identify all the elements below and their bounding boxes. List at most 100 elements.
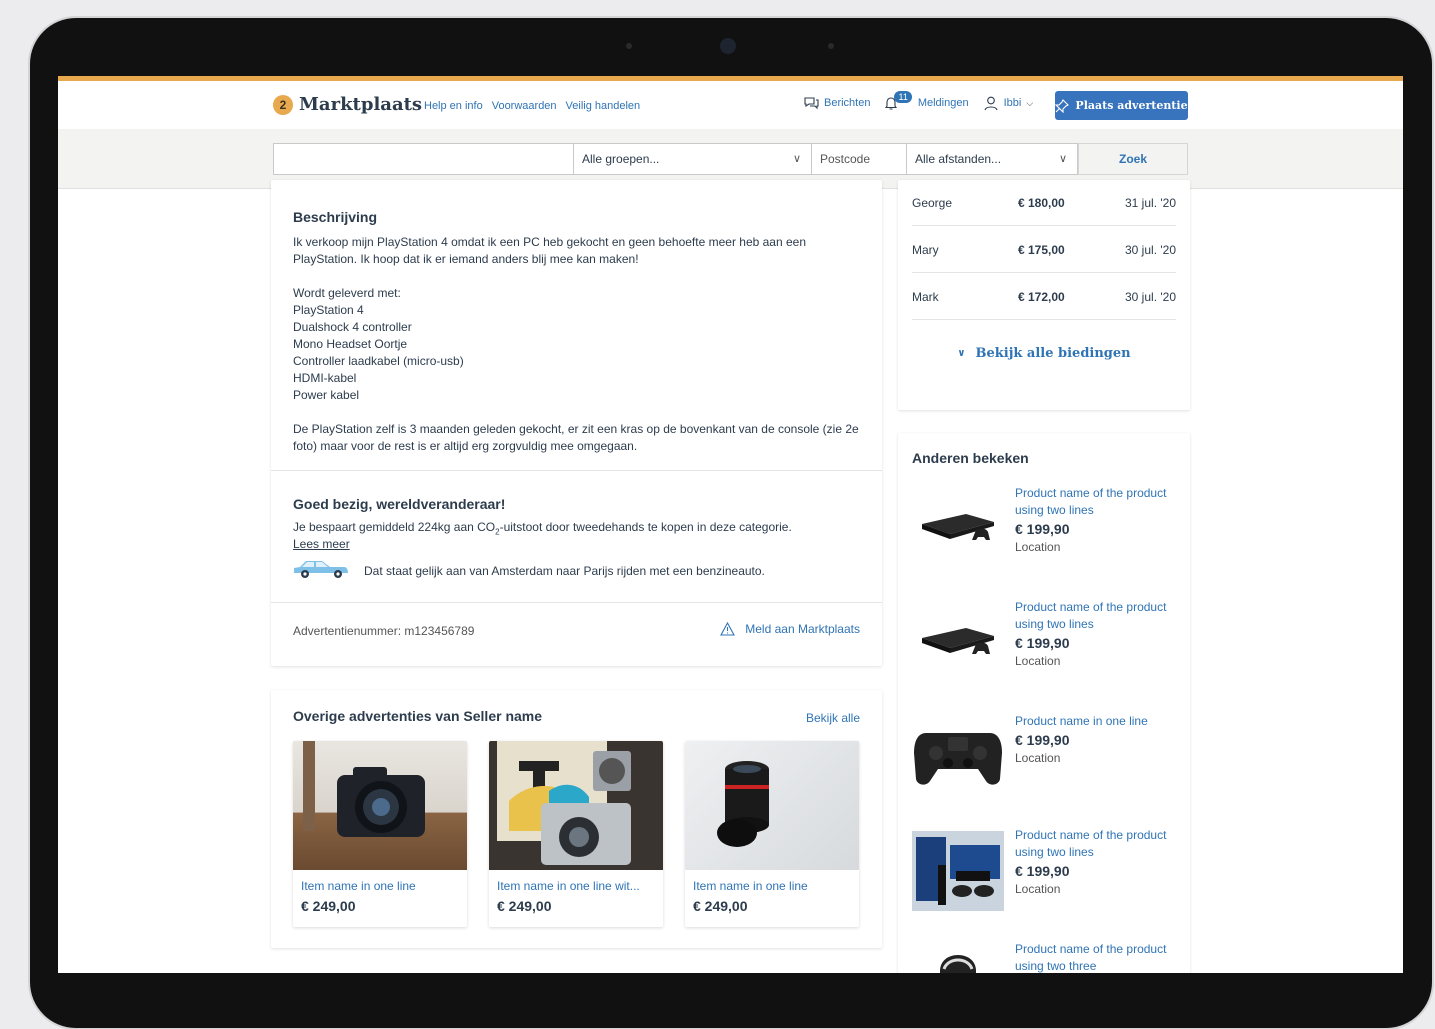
divider <box>271 602 882 603</box>
others-item[interactable]: Product name of the product using two th… <box>912 941 1182 973</box>
description-paragraph: Ik verkoop mijn PlayStation 4 omdat ik e… <box>293 235 806 266</box>
bid-row: Mary € 175,00 30 jul. '20 <box>912 227 1176 273</box>
others-item[interactable]: Product name of the product using two li… <box>912 599 1182 703</box>
ps4-console-icon <box>912 599 1004 683</box>
report-label: Meld aan Marktplaats <box>745 622 860 636</box>
divider <box>271 470 882 471</box>
notifications-label: Meldingen <box>917 97 969 109</box>
browser-viewport: 2 Marktplaats Help en info Voorwaarden V… <box>58 76 1403 973</box>
brand-logo[interactable]: 2 Marktplaats <box>273 94 422 115</box>
bids-card: George € 180,00 31 jul. '20 Mary € 175,0… <box>898 180 1190 410</box>
instant-camera-icon <box>489 741 663 870</box>
safe-trading-link[interactable]: Veilig handelen <box>566 100 641 112</box>
show-all-bids-button[interactable]: ∨ Bekijk alle biedingen <box>898 346 1190 361</box>
others-item[interactable]: Product name in one line € 199,90 Locati… <box>912 713 1182 817</box>
others-viewed-title: Anderen bekeken <box>912 450 1029 466</box>
group-select-value: Alle groepen... <box>582 152 660 166</box>
messages-label: Berichten <box>824 97 871 109</box>
user-name: Ibbi <box>1003 97 1022 109</box>
search-input[interactable] <box>273 143 574 175</box>
ps4-bundle-icon <box>912 831 1004 911</box>
user-menu[interactable]: Ibbi ⌵ <box>983 95 1033 111</box>
included-item: HDMI-kabel <box>293 371 357 385</box>
place-ad-button[interactable]: Plaats advertentie <box>1055 91 1188 120</box>
report-link[interactable]: Meld aan Marktplaats <box>720 622 860 636</box>
header-actions: Berichten 11 Meldingen Ibbi ⌵ <box>803 91 1047 111</box>
product-price: € 199,90 <box>1015 521 1070 537</box>
product-name[interactable]: Product name of the product using two li… <box>1015 827 1175 861</box>
lens-icon <box>685 741 859 870</box>
product-name[interactable]: Product name in one line <box>1015 713 1175 730</box>
included-item: Power kabel <box>293 388 360 402</box>
product-price: € 199,90 <box>1015 863 1070 879</box>
others-item-text: Product name of the product using two th… <box>1015 941 1175 973</box>
description-paragraph: De PlayStation zelf is 3 maanden geleden… <box>293 422 859 453</box>
bid-date: 30 jul. '20 <box>1125 242 1176 257</box>
messages-button[interactable]: Berichten <box>803 95 870 111</box>
header-links: Help en info Voorwaarden Veilig handelen <box>424 100 640 112</box>
chevron-down-icon: ∨ <box>792 153 801 165</box>
product-location: Location <box>1015 882 1061 896</box>
distance-select-value: Alle afstanden... <box>915 152 1002 166</box>
show-all-bids-label: Bekijk alle biedingen <box>975 346 1131 361</box>
product-name[interactable]: Product name of the product using two th… <box>1015 941 1175 973</box>
see-all-link[interactable]: Bekijk alle <box>806 711 860 725</box>
user-icon <box>984 96 998 111</box>
place-ad-label: Plaats advertentie <box>1075 99 1188 112</box>
pin-icon <box>1055 98 1070 113</box>
ps4-controller-icon <box>912 713 1004 797</box>
distance-select[interactable]: Alle afstanden... ∨ <box>906 143 1078 175</box>
product-name[interactable]: Product name of the product using two li… <box>1015 599 1175 633</box>
search-button[interactable]: Zoek <box>1078 143 1188 175</box>
others-viewed-card: Anderen bekeken Product name of the prod… <box>898 433 1190 973</box>
description-card: Beschrijving Ik verkoop mijn PlayStation… <box>271 180 882 666</box>
sensor-dot <box>626 43 632 49</box>
included-item: Controller laadkabel (micro-usb) <box>293 354 464 368</box>
bidder-name: George <box>912 195 953 210</box>
others-item[interactable]: Product name of the product using two li… <box>912 485 1182 589</box>
seller-ad-name: Item name in one line <box>301 879 416 893</box>
brand-name: Marktplaats <box>299 94 423 115</box>
vr-headset-icon <box>912 941 1004 973</box>
delivered-with-label: Wordt geleverd met: <box>293 286 401 300</box>
terms-link[interactable]: Voorwaarden <box>492 100 557 112</box>
bid-row: George € 180,00 31 jul. '20 <box>912 180 1176 226</box>
seller-ad-tile[interactable]: Item name in one line wit... € 249,00 <box>489 741 663 927</box>
seller-ad-tile[interactable]: Item name in one line € 249,00 <box>685 741 859 927</box>
warning-icon <box>720 622 736 636</box>
seller-ad-name: Item name in one line <box>693 879 808 893</box>
others-item-text: Product name of the product using two li… <box>1015 485 1175 556</box>
postcode-input[interactable]: Postcode <box>811 143 907 175</box>
help-link[interactable]: Help en info <box>424 100 483 112</box>
car-comparison-text: Dat staat gelijk aan van Amsterdam naar … <box>364 564 765 578</box>
bidder-name: Mary <box>912 242 939 257</box>
logo-icon: 2 <box>273 94 293 115</box>
group-select[interactable]: Alle groepen... ∨ <box>573 143 812 175</box>
bid-amount: € 180,00 <box>1018 195 1065 210</box>
chat-icon <box>804 97 819 110</box>
product-name[interactable]: Product name of the product using two li… <box>1015 485 1175 519</box>
product-location: Location <box>1015 540 1061 554</box>
ad-number: Advertentienummer: m123456789 <box>293 624 475 638</box>
bidder-name: Mark <box>912 289 939 304</box>
product-location: Location <box>1015 751 1061 765</box>
seller-ad-tile[interactable]: Item name in one line € 249,00 <box>293 741 467 927</box>
others-item[interactable]: Product name of the product using two li… <box>912 827 1182 931</box>
others-item-text: Product name of the product using two li… <box>1015 827 1175 898</box>
co2-title: Goed bezig, wereldveranderaar! <box>293 496 506 512</box>
others-item-text: Product name of the product using two li… <box>1015 599 1175 670</box>
site-header: 2 Marktplaats Help en info Voorwaarden V… <box>58 81 1403 129</box>
ps4-console-icon <box>912 485 1004 569</box>
included-item: Mono Headset Oortje <box>293 337 408 351</box>
notifications-button[interactable]: 11 Meldingen <box>884 91 969 111</box>
others-item-text: Product name in one line € 199,90 Locati… <box>1015 713 1175 767</box>
sensor-dot <box>828 43 834 49</box>
car-icon <box>294 561 348 578</box>
read-more-link[interactable]: Lees meer <box>293 536 350 553</box>
seller-ads-title: Overige advertenties van Seller name <box>293 708 543 724</box>
seller-ad-price: € 249,00 <box>301 898 356 914</box>
camera-icon <box>293 741 467 870</box>
camera-lens <box>720 38 736 54</box>
chevron-down-icon: ∨ <box>957 348 966 359</box>
seller-ads-card: Overige advertenties van Seller name Bek… <box>271 690 882 948</box>
